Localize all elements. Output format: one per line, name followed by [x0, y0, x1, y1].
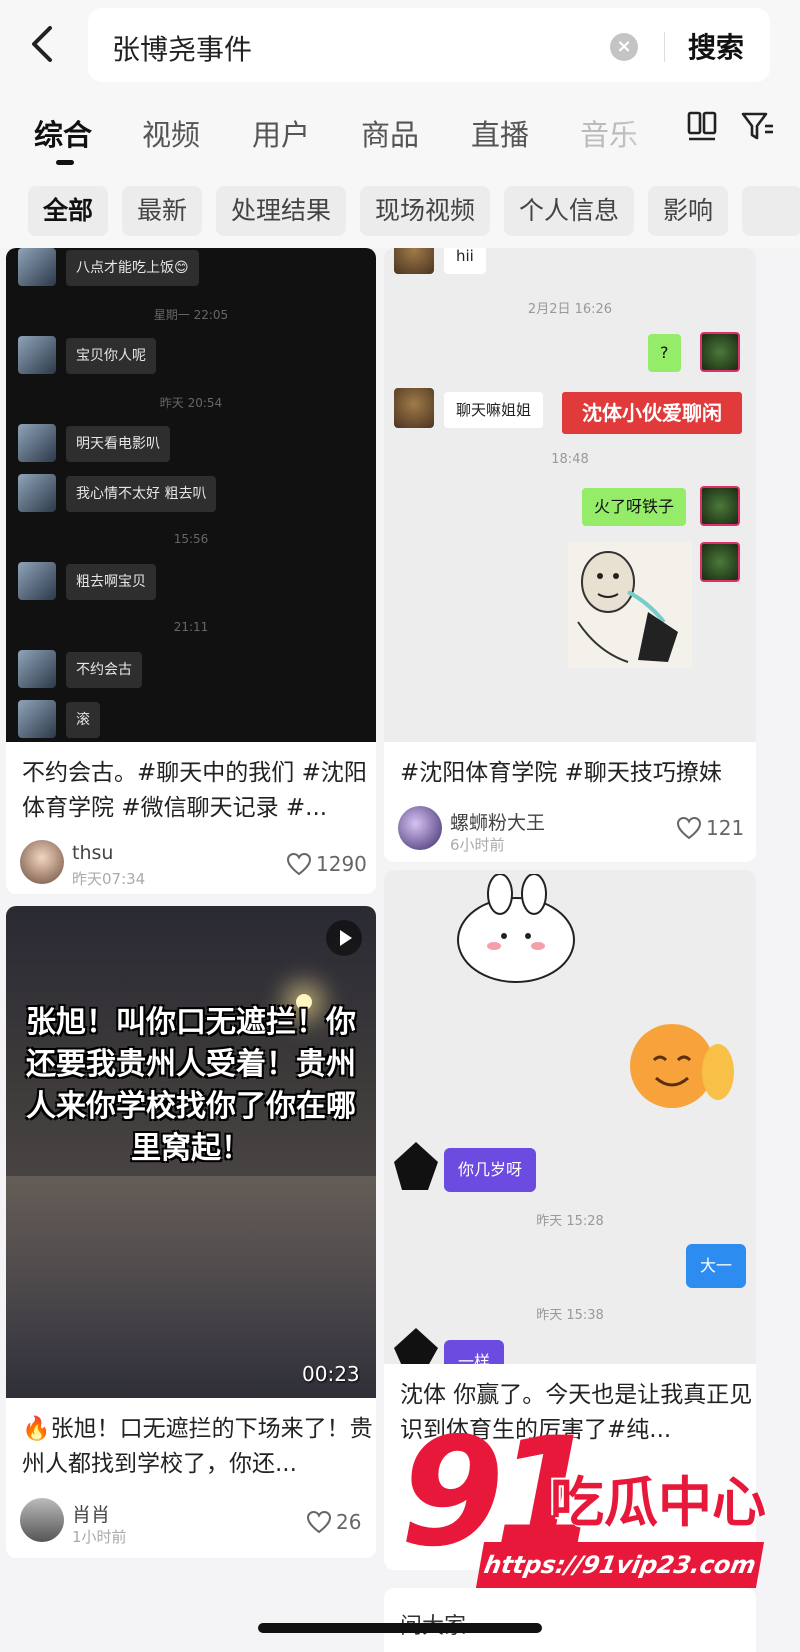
video-thumbnail: 张旭！叫你口无遮拦！你还要我贵州人受着！贵州人来你学校找你了你在哪里窝起！ 00…	[6, 906, 376, 1398]
chevron-left-icon	[32, 26, 52, 62]
chat-avatar	[18, 336, 56, 374]
author-name[interactable]: 肖肖	[72, 1500, 110, 1527]
watermark-url: https://91vip23.com	[475, 1542, 765, 1588]
avatar[interactable]	[398, 806, 442, 850]
chip-all[interactable]: 全部	[28, 186, 108, 236]
author-name[interactable]: 螺蛳粉大王	[450, 808, 545, 835]
chip-latest[interactable]: 最新	[122, 186, 202, 236]
feed-card[interactable]: 张旭！叫你口无遮拦！你还要我贵州人受着！贵州人来你学校找你了你在哪里窝起！ 00…	[6, 906, 376, 1558]
tab-active-indicator	[56, 160, 74, 165]
search-divider	[664, 32, 665, 62]
chat-bubble: ?	[648, 334, 681, 372]
chat-bubble: hii	[444, 248, 486, 274]
filter-chips: 全部 最新 处理结果 现场视频 个人信息 影响	[0, 172, 800, 248]
like-count: 1290	[316, 852, 367, 876]
chat-timestamp: 昨天 20:54	[159, 396, 223, 410]
watermark-logo: 91 吃瓜中心 https://91vip23.com	[400, 1418, 780, 1618]
post-time: 1小时前	[72, 1528, 127, 1546]
chat-timestamp: 2月2日 16:26	[527, 302, 613, 317]
search-button[interactable]: 搜索	[688, 26, 744, 66]
card-title: 🔥张旭！口无遮拦的下场来了！贵州人都找到学校了，你还...	[22, 1416, 373, 1477]
avatar[interactable]	[20, 840, 64, 884]
chat-bubble: 宝贝你人呢	[66, 338, 156, 374]
chat-avatar	[700, 332, 740, 372]
chat-avatar	[18, 700, 56, 738]
card-thumbnail: 八点才能吃上饭😊 星期一 22:05 宝贝你人呢 昨天 20:54 明天看电影叭…	[6, 248, 376, 742]
back-button[interactable]	[24, 22, 64, 66]
chip-more[interactable]	[742, 186, 800, 236]
tab-products[interactable]: 商品	[361, 112, 419, 154]
redacted-avatar	[394, 1328, 438, 1364]
feed-card[interactable]: 八点才能吃上饭😊 星期一 22:05 宝贝你人呢 昨天 20:54 明天看电影叭…	[6, 248, 376, 894]
chat-avatar	[394, 388, 434, 428]
card-title: 不约会古。#聊天中的我们 #沈阳体育学院 #微信聊天记录 #...	[22, 760, 367, 821]
chat-timestamp: 昨天 15:28	[536, 1214, 604, 1229]
chat-avatar	[18, 650, 56, 688]
chat-avatar	[700, 486, 740, 526]
chat-bubble: 我心情不太好 粗去叭	[66, 476, 217, 512]
heart-icon[interactable]	[306, 1510, 332, 1534]
chat-timestamp: 昨天 15:38	[536, 1308, 604, 1323]
heart-icon[interactable]	[676, 816, 702, 840]
video-duration: 00:23	[302, 1362, 360, 1386]
sticker-image	[568, 542, 692, 668]
tab-users[interactable]: 用户	[252, 112, 310, 154]
tab-live[interactable]: 直播	[471, 112, 529, 154]
card-thumbnail: hii 2月2日 16:26 ? 聊天嘛姐姐 沈体小伙爱聊闲 18:48 火了呀…	[384, 248, 756, 742]
chat-bubble: 你几岁呀	[444, 1148, 537, 1192]
chat-avatar	[700, 542, 740, 582]
chat-bubble: 火了呀铁子	[582, 488, 687, 526]
post-time: 6小时前	[450, 836, 505, 854]
like-count: 121	[706, 816, 745, 840]
chat-bubble: 八点才能吃上饭😊	[66, 250, 199, 286]
card-title: #沈阳体育学院 #聊天技巧撩妹	[400, 760, 722, 786]
chip-scene-video[interactable]: 现场视频	[360, 186, 490, 236]
chat-avatar	[18, 424, 56, 462]
tab-fade-mask	[620, 102, 680, 152]
chat-bubble: 大一	[686, 1244, 747, 1288]
tab-video[interactable]: 视频	[142, 112, 200, 154]
chat-avatar	[18, 248, 56, 286]
card-thumbnail: 你几岁呀 昨天 15:28 大一 昨天 15:38 一样	[384, 870, 756, 1364]
chat-bubble: 聊天嘛姐姐	[444, 392, 544, 428]
chat-avatar	[18, 474, 56, 512]
smiley-emoji	[630, 1024, 734, 1108]
bunny-sticker	[457, 874, 575, 983]
search-input[interactable]: 张博尧事件 × 搜索	[88, 8, 770, 82]
play-icon	[340, 930, 352, 946]
layout-toggle-icon[interactable]	[686, 110, 718, 142]
like-count: 26	[336, 1510, 362, 1534]
chat-timestamp: 21:11	[173, 620, 209, 634]
chip-impact[interactable]: 影响	[648, 186, 728, 236]
chip-personal-info[interactable]: 个人信息	[504, 186, 634, 236]
play-button[interactable]	[326, 920, 362, 956]
chat-timestamp: 星期一 22:05	[153, 308, 229, 322]
home-indicator	[258, 1623, 542, 1633]
chat-timestamp: 18:48	[551, 452, 589, 467]
chip-result[interactable]: 处理结果	[216, 186, 346, 236]
filter-icon[interactable]	[740, 108, 776, 144]
caption-banner: 沈体小伙爱聊闲	[562, 392, 742, 434]
search-query[interactable]: 张博尧事件	[112, 28, 252, 68]
author-name[interactable]: thsu	[72, 842, 113, 864]
chat-timestamp: 15:56	[173, 532, 209, 546]
chat-bubble: 明天看电影叭	[66, 426, 170, 462]
avatar[interactable]	[20, 1498, 64, 1542]
clear-icon[interactable]: ×	[610, 33, 638, 61]
post-time: 昨天07:34	[72, 870, 146, 888]
chat-bubble: 滚	[66, 702, 100, 738]
chat-bubble: 粗去啊宝贝	[66, 564, 156, 600]
watermark-brand: 吃瓜中心	[550, 1471, 766, 1534]
chat-bubble: 一样	[444, 1340, 505, 1364]
chat-bubble: 不约会古	[66, 652, 142, 688]
feed-card[interactable]: hii 2月2日 16:26 ? 聊天嘛姐姐 沈体小伙爱聊闲 18:48 火了呀…	[384, 248, 756, 862]
heart-icon[interactable]	[286, 852, 312, 876]
chat-avatar	[18, 562, 56, 600]
result-tabs: 综合 视频 用户 商品 直播 音乐	[0, 92, 800, 172]
video-overlay-text: 张旭！叫你口无遮拦！你还要我贵州人受着！贵州人来你学校找你了你在哪里窝起！	[26, 1005, 356, 1166]
top-bar: 张博尧事件 × 搜索	[0, 0, 800, 92]
chat-avatar	[394, 248, 434, 274]
redacted-avatar	[394, 1142, 438, 1190]
tab-general[interactable]: 综合	[34, 112, 92, 154]
